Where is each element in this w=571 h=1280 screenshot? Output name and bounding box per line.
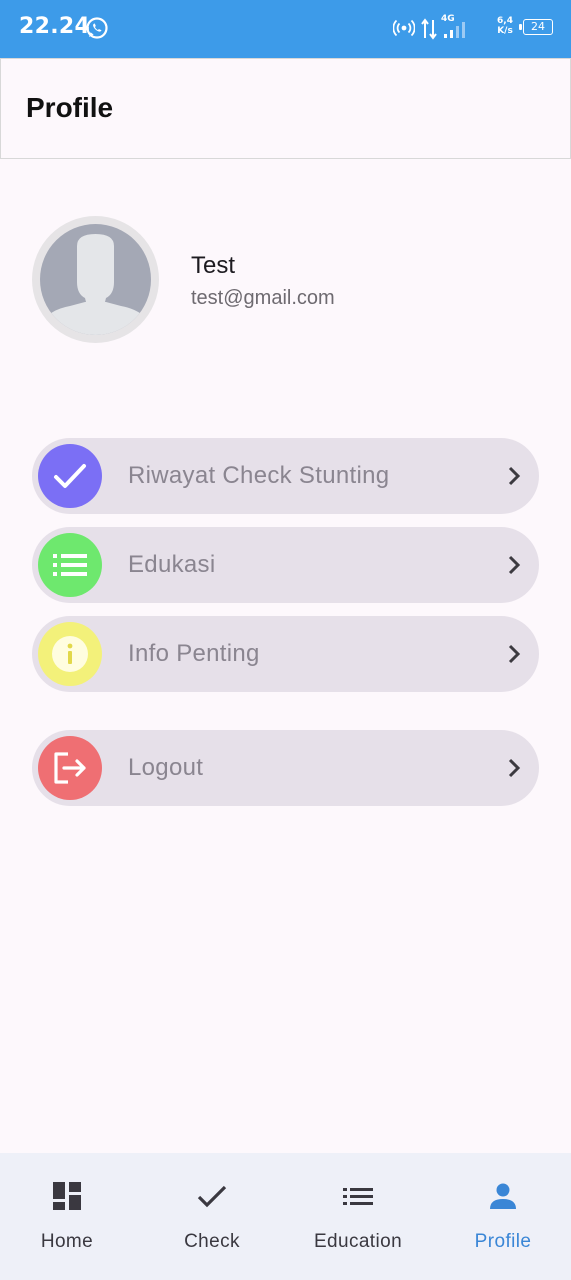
status-icons: 4G 6,4 K/s 24 [393, 14, 553, 44]
menu-label: Edukasi [128, 551, 216, 578]
hotspot-icon [393, 19, 415, 37]
check-icon [38, 444, 102, 508]
profile-email: test@gmail.com [191, 287, 335, 309]
whatsapp-icon [86, 17, 108, 39]
app-bar: Profile [0, 58, 571, 159]
person-placeholder-icon [42, 234, 149, 335]
menu-item-logout[interactable]: Logout [32, 730, 539, 806]
menu-item-info-penting[interactable]: Info Penting [32, 616, 539, 692]
status-time: 22.24 [19, 14, 91, 39]
nav-check[interactable]: Check [141, 1153, 283, 1280]
data-transfer-icon [421, 18, 437, 40]
menu-item-edukasi[interactable]: Edukasi [32, 527, 539, 603]
menu-label: Logout [128, 754, 204, 781]
chevron-right-icon [508, 758, 521, 778]
chevron-right-icon [508, 555, 521, 575]
check-icon [197, 1185, 227, 1208]
menu-item-riwayat-check-stunting[interactable]: Riwayat Check Stunting [32, 438, 539, 514]
nav-label: Home [40, 1231, 94, 1252]
nav-label: Education [313, 1231, 403, 1252]
page-title: Profile [26, 92, 114, 123]
bottom-navigation: Home Check Education Profile [0, 1153, 571, 1280]
status-bar: 22.24 4G 6,4 K/s 24 [0, 0, 571, 58]
person-icon [490, 1183, 516, 1209]
signal-icon [444, 22, 465, 38]
nav-label: Check [184, 1231, 240, 1252]
nav-education[interactable]: Education [287, 1153, 429, 1280]
chevron-right-icon [508, 644, 521, 664]
menu-label: Info Penting [128, 640, 260, 667]
chevron-right-icon [508, 466, 521, 486]
profile-name: Test [191, 252, 236, 279]
nav-profile[interactable]: Profile [432, 1153, 571, 1280]
logout-icon [38, 736, 102, 800]
avatar [32, 216, 159, 343]
menu-label: Riwayat Check Stunting [128, 462, 390, 489]
dashboard-icon [53, 1182, 81, 1210]
nav-home[interactable]: Home [0, 1153, 138, 1280]
net-speed: 6,4 K/s [497, 16, 513, 36]
list-icon [343, 1188, 373, 1205]
info-icon [38, 622, 102, 686]
list-icon [38, 533, 102, 597]
nav-label: Profile [474, 1231, 532, 1252]
battery-icon: 24 [519, 19, 553, 35]
